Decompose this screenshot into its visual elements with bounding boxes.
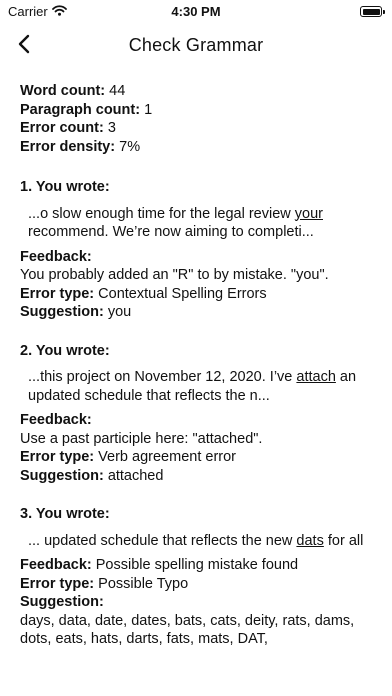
error-item: 2. You wrote: ...this project on Novembe… [20, 342, 376, 486]
error-item-title: 1. You wrote: [20, 179, 110, 195]
error-type-label: Error type: [20, 285, 95, 302]
error-count-label: Error count: [20, 120, 104, 136]
error-density-value: 7% [119, 138, 141, 155]
feedback-label: Feedback: [20, 557, 92, 573]
suggestion-value: days, data, date, dates, bats, cats, dei… [20, 612, 355, 648]
stats-section: Word count: 44 Paragraph count: 1 Error … [20, 82, 376, 156]
feedback-line: Feedback: Possible spelling mistake foun… [20, 556, 376, 575]
error-count-value: 3 [107, 120, 116, 136]
error-type-line: Error type: Contextual Spelling Errors [20, 285, 376, 304]
navigation-bar: Check Grammar [0, 28, 392, 64]
flagged-word: your [294, 205, 323, 222]
context-after: for all [323, 532, 364, 549]
suggestion-line: Suggestion: attached [20, 467, 376, 486]
paragraph-count-label: Paragraph count: [20, 101, 141, 118]
error-item: 1. You wrote: ...o slow enough time for … [20, 178, 376, 322]
grammar-report: Word count: 44 Paragraph count: 1 Error … [20, 82, 376, 669]
error-count: Error count: 3 [20, 119, 376, 138]
context-after: recommend. We’re now aiming to completi.… [28, 224, 314, 240]
feedback-label: Feedback: [20, 412, 92, 428]
error-type-label: Error type: [20, 449, 95, 465]
feedback-block: Feedback: You probably added an "R" to by… [20, 248, 376, 285]
paragraph-count: Paragraph count: 1 [20, 101, 376, 120]
error-density-label: Error density: [20, 138, 116, 155]
error-context: ...this project on November 12, 2020. I’… [20, 368, 376, 405]
error-type-value: Contextual Spelling Errors [98, 285, 267, 302]
feedback-block: Feedback: Use a past participle here: "at… [20, 411, 376, 448]
suggestion-line: Suggestion: you [20, 303, 376, 322]
page-title: Check Grammar [128, 35, 264, 55]
error-type-line: Error type: Verb agreement error [20, 448, 376, 467]
suggestion-label: Suggestion: [20, 467, 104, 484]
error-context: ... updated schedule that reflects the n… [20, 532, 376, 551]
error-type-label: Error type: [20, 575, 95, 592]
suggestion-value: you [107, 304, 132, 320]
error-type-line: Error type: Possible Typo [20, 575, 376, 594]
context-before: ...o slow enough time for the legal revi… [28, 205, 295, 222]
error-item-title: 3. You wrote: [20, 506, 110, 522]
context-before: ... updated schedule that reflects the n… [28, 532, 297, 549]
status-bar: Carrier 4:30 PM [0, 0, 392, 24]
error-type-value: Verb agreement error [98, 449, 236, 465]
feedback-text: Possible spelling mistake found [95, 557, 299, 573]
suggestion-value: attached [107, 467, 164, 484]
error-context: ...o slow enough time for the legal revi… [20, 205, 376, 242]
battery-fill [362, 8, 380, 15]
feedback-text: Use a past participle here: "attached". [20, 430, 263, 447]
word-count-value: 44 [109, 83, 126, 99]
battery-icon [360, 6, 385, 17]
feedback-label: Feedback: [20, 248, 92, 265]
suggestion-block: Suggestion: days, data, date, dates, bats… [20, 593, 376, 649]
word-count: Word count: 44 [20, 82, 376, 101]
flagged-word: attach [296, 369, 336, 385]
word-count-label: Word count: [20, 83, 106, 99]
suggestion-label: Suggestion: [20, 304, 104, 320]
status-time: 4:30 PM [171, 4, 221, 19]
error-item: 3. You wrote: ... updated schedule that … [20, 505, 376, 649]
error-type-value: Possible Typo [98, 575, 189, 592]
error-item-title: 2. You wrote: [20, 342, 110, 359]
feedback-text: You probably added an "R" to by mistake.… [20, 267, 329, 283]
error-density: Error density: 7% [20, 138, 376, 157]
suggestion-label: Suggestion: [20, 594, 104, 610]
paragraph-count-value: 1 [144, 101, 153, 118]
context-before: ...this project on November 12, 2020. I’… [28, 369, 297, 385]
flagged-word: dats [296, 532, 324, 549]
